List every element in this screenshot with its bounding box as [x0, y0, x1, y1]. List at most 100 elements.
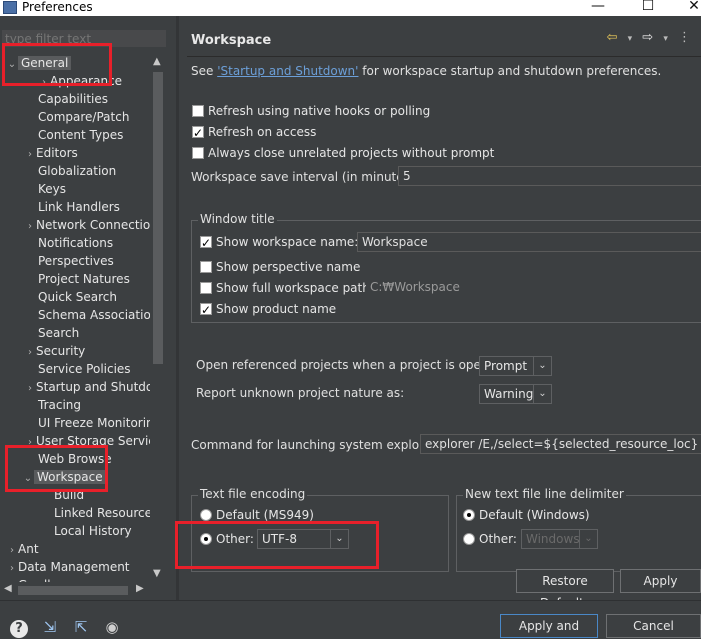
checkbox-box[interactable]: [200, 301, 212, 319]
tree-item[interactable]: Project Natures: [38, 270, 130, 288]
close-button[interactable]: ✕: [682, 0, 701, 14]
tree-item[interactable]: › Appearance: [38, 72, 122, 90]
minimize-button[interactable]: —: [586, 0, 610, 14]
radio-circle[interactable]: [463, 533, 475, 545]
tree-item[interactable]: › Network Connection: [24, 216, 150, 234]
chevron-down-icon[interactable]: ⌄: [533, 385, 551, 403]
checkbox-box[interactable]: [192, 124, 204, 142]
export-icon[interactable]: ⇱: [71, 617, 91, 637]
encoding-select[interactable]: UTF-8 ⌄: [257, 529, 349, 549]
chevron-down-icon[interactable]: ⌄: [6, 56, 18, 74]
delimiter-default-radio[interactable]: Default (Windows): [463, 506, 590, 524]
chevron-right-icon[interactable]: ›: [24, 380, 36, 398]
tree-item[interactable]: › Ant: [6, 540, 39, 558]
tree-item[interactable]: UI Freeze Monitoring: [38, 414, 150, 432]
back-menu-icon[interactable]: ▾: [628, 34, 633, 44]
checkbox-box[interactable]: [200, 261, 212, 273]
cancel-button[interactable]: Cancel: [606, 614, 701, 638]
tree-item[interactable]: ⌄ Workspace: [22, 468, 106, 486]
tree-item[interactable]: Notifications: [38, 234, 113, 252]
delimiter-select[interactable]: Windows ⌄: [521, 529, 598, 549]
radio-circle[interactable]: [463, 509, 475, 521]
see-prefix: See: [191, 64, 218, 78]
apply-button[interactable]: Apply: [620, 569, 701, 593]
checkbox-box[interactable]: [200, 234, 212, 252]
back-arrow-icon[interactable]: ⇦: [607, 30, 618, 45]
tree-item[interactable]: ⌄ General: [6, 54, 72, 74]
refresh-access-checkbox[interactable]: Refresh on access: [192, 123, 316, 142]
tree-item[interactable]: Tracing: [38, 396, 81, 414]
hscroll-thumb[interactable]: [18, 586, 128, 595]
record-icon[interactable]: ◉: [102, 617, 122, 637]
checkbox-box[interactable]: [192, 105, 204, 117]
tree-item[interactable]: Perspectives: [38, 252, 114, 270]
encoding-default-radio[interactable]: Default (MS949): [200, 506, 314, 524]
tree-item[interactable]: Capabilities: [38, 90, 108, 108]
startup-shutdown-link[interactable]: 'Startup and Shutdown': [217, 64, 358, 78]
chevron-right-icon[interactable]: ›: [24, 344, 36, 362]
scroll-right-icon[interactable]: ▶: [136, 583, 144, 594]
checkbox-box[interactable]: [192, 147, 204, 159]
delimiter-other-radio[interactable]: Other:: [463, 530, 517, 548]
scroll-thumb[interactable]: [153, 72, 163, 364]
chevron-right-icon[interactable]: ›: [24, 434, 36, 452]
tree-item[interactable]: Keys: [38, 180, 66, 198]
forward-menu-icon[interactable]: ▾: [663, 34, 668, 44]
tree-horizontal-scrollbar[interactable]: ◀ ▶: [0, 582, 150, 598]
always-close-checkbox[interactable]: Always close unrelated projects without …: [192, 144, 494, 162]
tree-item[interactable]: Build: [54, 486, 84, 504]
tree-item[interactable]: Quick Search: [38, 288, 117, 306]
checkbox-box[interactable]: [200, 282, 212, 294]
filter-input[interactable]: [2, 30, 166, 47]
maximize-button[interactable]: ☐: [636, 0, 660, 14]
open-referenced-value: Prompt: [484, 359, 528, 373]
show-full-path-checkbox[interactable]: Show full workspace path:: [200, 279, 374, 297]
help-icon[interactable]: ?: [9, 617, 29, 638]
refresh-native-checkbox[interactable]: Refresh using native hooks or polling: [192, 102, 430, 120]
scroll-down-icon[interactable]: ▼: [153, 568, 161, 579]
tree-item[interactable]: › Security: [24, 342, 85, 360]
chevron-down-icon[interactable]: ⌄: [579, 530, 597, 548]
scroll-left-icon[interactable]: ◀: [4, 583, 12, 594]
tree-item[interactable]: Web Browse: [38, 450, 112, 468]
tree-item-label: Search: [38, 326, 80, 340]
show-workspace-name-checkbox[interactable]: Show workspace name:: [200, 233, 359, 252]
tree-item[interactable]: ›Startup and Shutdow: [24, 378, 150, 396]
tree-vertical-scrollbar[interactable]: ▲ ▼: [150, 54, 166, 582]
tree-item[interactable]: Content Types: [38, 126, 123, 144]
chevron-down-icon[interactable]: ⌄: [533, 357, 551, 375]
workspace-name-field[interactable]: Workspace: [357, 232, 701, 252]
radio-circle[interactable]: [200, 509, 212, 521]
import-icon[interactable]: ⇲: [40, 617, 60, 637]
open-referenced-select[interactable]: Prompt ⌄: [479, 356, 552, 376]
show-product-checkbox[interactable]: Show product name: [200, 300, 336, 319]
chevron-right-icon[interactable]: ›: [24, 146, 36, 164]
forward-arrow-icon[interactable]: ⇨: [642, 30, 653, 45]
unknown-nature-select[interactable]: Warning ⌄: [479, 384, 552, 404]
show-perspective-checkbox[interactable]: Show perspective name: [200, 258, 360, 276]
tree-item[interactable]: › Editors: [24, 144, 78, 162]
apply-and-close-button[interactable]: Apply and Close: [500, 614, 598, 638]
app-icon: [3, 1, 17, 14]
encoding-other-radio[interactable]: Other:: [200, 530, 254, 548]
tree-item[interactable]: Compare/Patch: [38, 108, 129, 126]
chevron-down-icon[interactable]: ⌄: [330, 530, 348, 548]
restore-defaults-button[interactable]: Restore Defaults: [516, 569, 614, 610]
command-field[interactable]: explorer /E,/select=${selected_resource_…: [420, 434, 701, 454]
tree-item[interactable]: Service Policies: [38, 360, 131, 378]
view-menu-icon[interactable]: ⋮: [678, 30, 691, 45]
tree-item[interactable]: Globalization: [38, 162, 116, 180]
show-workspace-name-label: Show workspace name:: [216, 235, 359, 249]
chevron-right-icon[interactable]: ›: [24, 218, 36, 236]
tree-item[interactable]: › Data Management: [6, 558, 130, 576]
tree-item[interactable]: Local History: [54, 522, 132, 540]
save-interval-field[interactable]: 5: [398, 166, 701, 186]
tree-item[interactable]: › User Storage Service: [24, 432, 150, 450]
tree-item[interactable]: Schema Associations: [38, 306, 150, 324]
tree-item[interactable]: Linked Resources: [54, 504, 150, 522]
tree-item[interactable]: Link Handlers: [38, 198, 120, 216]
scroll-up-icon[interactable]: ▲: [153, 56, 161, 67]
tree-item[interactable]: Search: [38, 324, 79, 342]
chevron-down-icon[interactable]: ⌄: [22, 470, 34, 488]
radio-circle[interactable]: [200, 533, 212, 545]
